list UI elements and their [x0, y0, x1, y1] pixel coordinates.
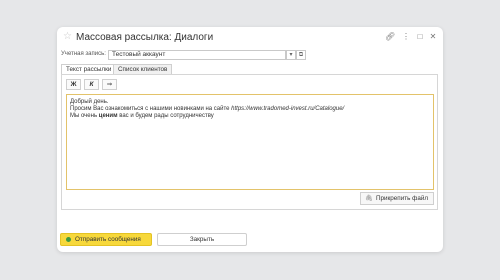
more-menu-icon[interactable]: ⋮ — [401, 32, 411, 42]
title-bar: ☆ Массовая рассылка: Диалоги 🔗︎ ⋮ □ ✕ — [57, 27, 443, 49]
link-icon[interactable]: 🔗︎ — [385, 32, 395, 42]
account-dropdown-icon[interactable]: ▾ — [286, 50, 296, 60]
attach-file-label: Прикрепить файл — [376, 195, 429, 202]
message-line-3: Мы очень ценим вас и будем рады сотрудни… — [70, 113, 430, 120]
tab-client-list[interactable]: Список клиентов — [113, 64, 173, 74]
maximize-icon[interactable]: □ — [415, 32, 425, 42]
message-line-2-text: Просим Вас ознакомиться с нашими новинка… — [70, 106, 232, 112]
message-line-3-end: вас и будем рады сотрудничеству — [117, 113, 214, 119]
tab-message-text[interactable]: Текст рассылки — [61, 64, 117, 74]
account-label: Учетная запись: — [61, 51, 106, 57]
window-title: Массовая рассылка: Диалоги — [76, 32, 214, 43]
close-button[interactable]: Закрыть — [157, 233, 247, 246]
account-field[interactable]: Тестовый аккаунт — [108, 50, 286, 60]
close-icon[interactable]: ✕ — [428, 32, 438, 42]
insert-link-button[interactable]: ⇒ — [102, 79, 117, 90]
account-open-icon[interactable]: ⧉ — [296, 50, 306, 60]
paperclip-icon: 🖇︎ — [365, 195, 373, 202]
message-line-3-start: Мы очень — [70, 113, 99, 119]
message-editor[interactable]: Добрый день. Просим Вас ознакомиться с н… — [66, 94, 434, 190]
message-line-2: Просим Вас ознакомиться с нашими новинка… — [70, 106, 430, 113]
mass-mailing-dialog: ☆ Массовая рассылка: Диалоги 🔗︎ ⋮ □ ✕ Уч… — [57, 27, 443, 252]
attach-file-button[interactable]: 🖇︎ Прикрепить файл — [360, 192, 434, 205]
message-bold-word: ценим — [98, 113, 118, 119]
italic-button[interactable]: К — [84, 79, 99, 90]
send-indicator-icon — [66, 236, 71, 242]
bold-button[interactable]: Ж — [66, 79, 81, 90]
message-line-1: Добрый день. — [70, 99, 109, 105]
send-messages-label: Отправить сообщения — [75, 236, 141, 243]
message-panel: Ж К ⇒ Добрый день. Просим Вас ознакомить… — [61, 74, 438, 210]
favorite-star-icon[interactable]: ☆ — [63, 31, 72, 43]
catalogue-link[interactable]: https://www.tradomed-invest.ru/Catalogue… — [231, 106, 344, 112]
send-messages-button[interactable]: Отправить сообщения — [60, 233, 152, 246]
